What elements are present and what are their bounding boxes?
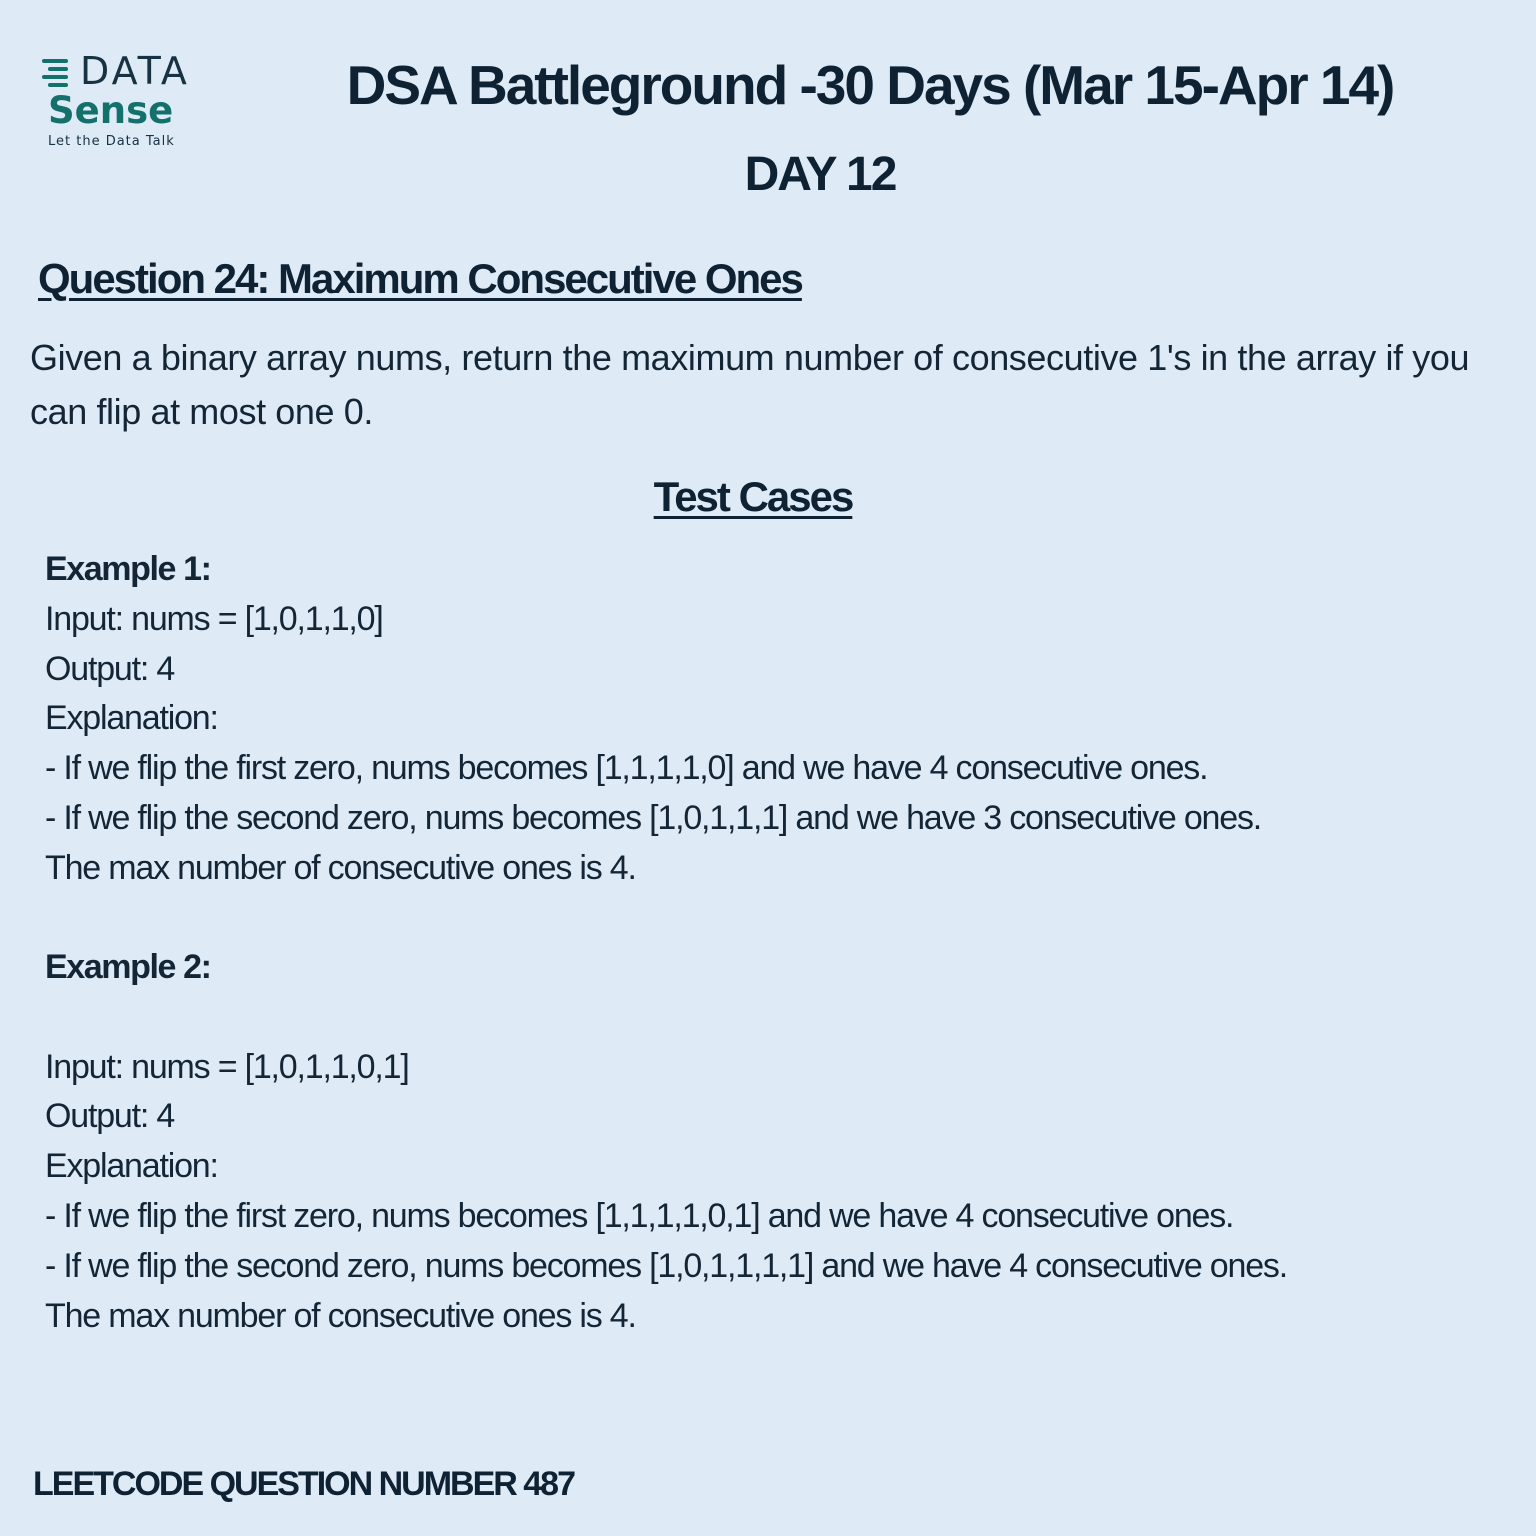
example-2: Example 2: Input: nums = [1,0,1,1,0,1] O…: [45, 943, 1505, 1341]
explanation-line: - If we flip the second zero, nums becom…: [45, 1246, 1288, 1285]
test-cases-heading-text: Test Cases: [653, 473, 855, 520]
problem-statement: Given a binary array nums, return the ma…: [30, 337, 1470, 432]
datasense-logo: DATA Sense Let the Data Talk: [40, 49, 190, 149]
logo-brand-top: DATA: [80, 49, 190, 93]
test-cases-heading: Test Cases: [0, 470, 1506, 524]
example-1: Example 1: Input: nums = [1,0,1,1,0] Out…: [45, 545, 1505, 894]
leetcode-reference: LEETCODE QUESTION NUMBER 487: [33, 1465, 576, 1503]
speed-lines-icon: [42, 59, 68, 87]
day-label: DAY 12: [744, 148, 898, 201]
example-input: Input: nums = [1,0,1,1,0]: [45, 599, 384, 638]
example-output: Output: 4: [45, 649, 175, 688]
explanation-line: - If we flip the first zero, nums become…: [45, 749, 1209, 788]
explanation-line: - If we flip the second zero, nums becom…: [45, 798, 1262, 837]
logo-brand-bottom: Sense: [48, 89, 174, 132]
example-input: Input: nums = [1,0,1,1,0,1]: [45, 1047, 410, 1086]
explanation-line: The max number of consecutive ones is 4.: [45, 1296, 637, 1335]
example-heading: Example 1:: [45, 550, 212, 588]
explanation-line: The max number of consecutive ones is 4.: [45, 848, 637, 887]
explanation-label: Explanation:: [45, 699, 219, 738]
page-title: DSA Battleground -30 Days (Mar 15-Apr 14…: [346, 54, 1396, 116]
explanation-line: - If we flip the first zero, nums become…: [45, 1196, 1234, 1235]
explanation-label: Explanation:: [45, 1147, 219, 1186]
question-heading: Question 24: Maximum Consecutive Ones: [38, 255, 804, 302]
example-output: Output: 4: [45, 1097, 175, 1136]
example-heading: Example 2:: [45, 948, 212, 986]
